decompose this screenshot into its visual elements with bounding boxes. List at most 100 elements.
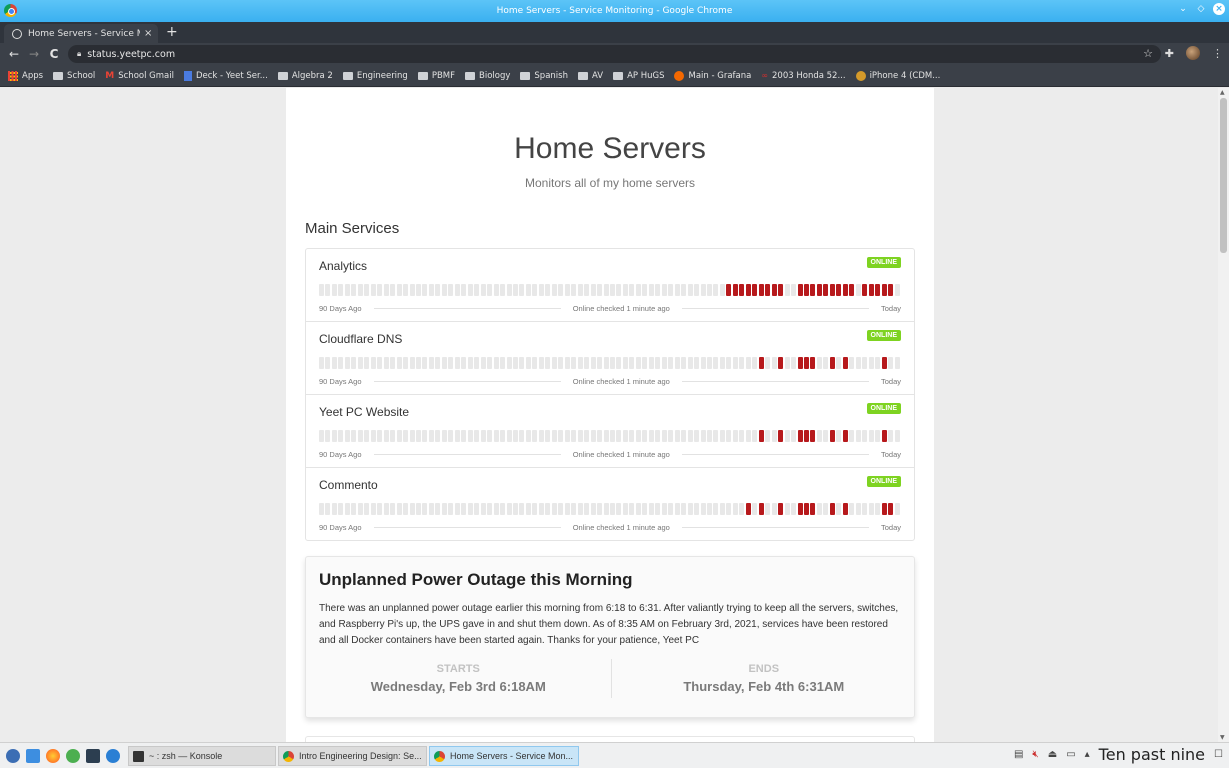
- uptime-bar-up[interactable]: [532, 284, 538, 296]
- uptime-bar-up[interactable]: [674, 357, 680, 369]
- uptime-bar-up[interactable]: [480, 357, 486, 369]
- uptime-bar-up[interactable]: [584, 357, 590, 369]
- thunderbird-icon[interactable]: [106, 748, 120, 763]
- uptime-bar-up[interactable]: [610, 430, 615, 442]
- uptime-bar-down[interactable]: [810, 503, 816, 515]
- uptime-bar-up[interactable]: [597, 503, 603, 515]
- bookmark-item[interactable]: Apps: [8, 70, 43, 81]
- display-icon[interactable]: ▭: [1066, 749, 1075, 760]
- uptime-bar-up[interactable]: [610, 503, 615, 515]
- uptime-bar-up[interactable]: [351, 430, 357, 442]
- uptime-bar-up[interactable]: [435, 503, 441, 515]
- uptime-bar-up[interactable]: [642, 430, 648, 442]
- uptime-bar-up[interactable]: [383, 430, 389, 442]
- uptime-bar-up[interactable]: [622, 503, 628, 515]
- uptime-bar-down[interactable]: [842, 357, 848, 369]
- uptime-bar-up[interactable]: [616, 503, 622, 515]
- taskbar-task[interactable]: Home Servers - Service Mon...: [429, 746, 579, 766]
- uptime-bar-up[interactable]: [351, 503, 357, 515]
- uptime-bar-up[interactable]: [325, 430, 331, 442]
- uptime-bar-up[interactable]: [422, 503, 428, 515]
- uptime-bar-up[interactable]: [784, 430, 790, 442]
- uptime-bar-up[interactable]: [441, 430, 447, 442]
- uptime-bar-up[interactable]: [694, 357, 700, 369]
- browser-tab-active[interactable]: Home Servers - Service Monitoring ×: [4, 24, 158, 43]
- uptime-bar-up[interactable]: [383, 357, 389, 369]
- usb-device-icon[interactable]: ⏏: [1048, 749, 1057, 760]
- uptime-bar-up[interactable]: [700, 503, 706, 515]
- uptime-bar-up[interactable]: [713, 284, 719, 296]
- uptime-bar-up[interactable]: [532, 430, 538, 442]
- uptime-bar-up[interactable]: [674, 430, 680, 442]
- uptime-bar-up[interactable]: [855, 284, 861, 296]
- uptime-bar-up[interactable]: [551, 503, 557, 515]
- uptime-bar-up[interactable]: [416, 284, 421, 296]
- uptime-bar-up[interactable]: [538, 430, 544, 442]
- uptime-bar-up[interactable]: [319, 503, 324, 515]
- uptime-bar-up[interactable]: [875, 503, 881, 515]
- uptime-bar-up[interactable]: [364, 503, 370, 515]
- uptime-bar-up[interactable]: [331, 357, 337, 369]
- uptime-bar-up[interactable]: [726, 430, 732, 442]
- uptime-bar-up[interactable]: [351, 357, 357, 369]
- uptime-bar-up[interactable]: [558, 503, 564, 515]
- scroll-up-arrow-icon[interactable]: ▲: [1220, 89, 1225, 96]
- uptime-bar-down[interactable]: [849, 284, 855, 296]
- uptime-bar-up[interactable]: [784, 284, 790, 296]
- uptime-bar-up[interactable]: [687, 284, 693, 296]
- uptime-bar-up[interactable]: [577, 430, 583, 442]
- uptime-bar-up[interactable]: [428, 357, 434, 369]
- uptime-bar-down[interactable]: [810, 430, 816, 442]
- uptime-bar-up[interactable]: [344, 284, 350, 296]
- uptime-bar-up[interactable]: [849, 430, 855, 442]
- uptime-bar-up[interactable]: [461, 503, 467, 515]
- uptime-bar-down[interactable]: [804, 430, 809, 442]
- clipboard-icon[interactable]: ▤: [1014, 749, 1023, 760]
- uptime-bar-up[interactable]: [506, 284, 512, 296]
- uptime-bar-up[interactable]: [538, 284, 544, 296]
- uptime-bar-up[interactable]: [545, 357, 551, 369]
- uptime-bar-up[interactable]: [448, 284, 454, 296]
- uptime-bar-up[interactable]: [681, 357, 687, 369]
- bookmark-item[interactable]: ∞ 2003 Honda 52...: [761, 71, 845, 81]
- uptime-bar-up[interactable]: [558, 284, 564, 296]
- uptime-bar-down[interactable]: [823, 284, 829, 296]
- uptime-bar-down[interactable]: [745, 503, 751, 515]
- uptime-bar-up[interactable]: [642, 357, 648, 369]
- uptime-bar-up[interactable]: [732, 357, 738, 369]
- uptime-bar-up[interactable]: [519, 430, 525, 442]
- uptime-bar-up[interactable]: [519, 503, 525, 515]
- uptime-bar-up[interactable]: [448, 430, 454, 442]
- uptime-bar-down[interactable]: [778, 357, 784, 369]
- uptime-bar-up[interactable]: [726, 357, 732, 369]
- uptime-bar-up[interactable]: [719, 357, 725, 369]
- uptime-bar-up[interactable]: [538, 357, 544, 369]
- uptime-bar-down[interactable]: [778, 284, 784, 296]
- uptime-bar-up[interactable]: [752, 430, 758, 442]
- uptime-bar-up[interactable]: [319, 357, 324, 369]
- uptime-bar-up[interactable]: [532, 357, 538, 369]
- uptime-bar-up[interactable]: [700, 430, 706, 442]
- uptime-bar-up[interactable]: [500, 357, 506, 369]
- uptime-bar-up[interactable]: [752, 503, 758, 515]
- uptime-bar-down[interactable]: [875, 284, 881, 296]
- back-button[interactable]: ←: [4, 47, 24, 61]
- uptime-bar-up[interactable]: [493, 357, 499, 369]
- minimize-button[interactable]: ⌄: [1177, 3, 1189, 15]
- uptime-bar-up[interactable]: [571, 357, 577, 369]
- uptime-bar-up[interactable]: [519, 284, 525, 296]
- uptime-bar-up[interactable]: [597, 284, 603, 296]
- uptime-bar-up[interactable]: [648, 357, 654, 369]
- uptime-bar-up[interactable]: [422, 284, 428, 296]
- uptime-bar-down[interactable]: [842, 503, 848, 515]
- uptime-bar-up[interactable]: [364, 357, 370, 369]
- uptime-bar-up[interactable]: [681, 430, 687, 442]
- uptime-bar-up[interactable]: [377, 430, 383, 442]
- uptime-bar-up[interactable]: [403, 284, 409, 296]
- uptime-bar-up[interactable]: [331, 430, 337, 442]
- uptime-bar-down[interactable]: [778, 503, 784, 515]
- uptime-bar-up[interactable]: [655, 284, 661, 296]
- uptime-bar-up[interactable]: [629, 430, 635, 442]
- uptime-bar-up[interactable]: [403, 357, 409, 369]
- uptime-bar-up[interactable]: [357, 357, 363, 369]
